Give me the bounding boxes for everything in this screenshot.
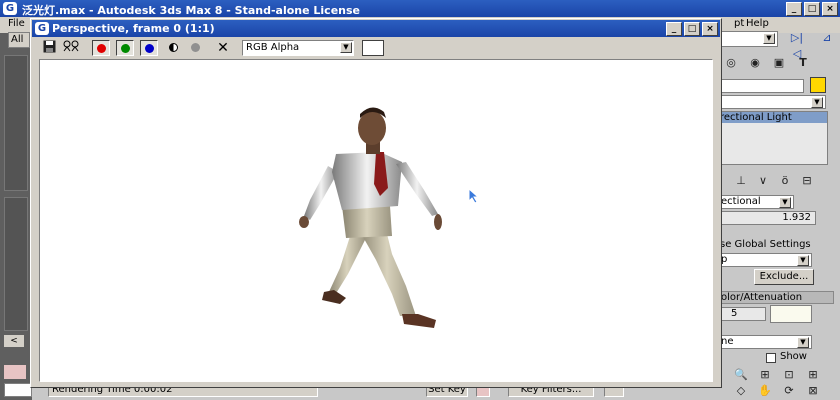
blue-channel-toggle[interactable]	[140, 40, 158, 56]
clear-icon[interactable]: ✕	[214, 40, 232, 56]
pan-icon[interactable]: ✋	[756, 383, 774, 399]
light-type-dropdown[interactable]: ectional ▼	[720, 195, 794, 209]
show-end-result-icon[interactable]: ∨	[754, 173, 772, 189]
shadow-type-dropdown[interactable]: p ▼	[720, 253, 812, 267]
viewport-top-left[interactable]	[4, 55, 28, 191]
selection-filter-dropdown[interactable]: All	[8, 32, 30, 48]
mirror-icon[interactable]: ▷|◁	[788, 30, 806, 60]
decay-type-dropdown[interactable]: ne ▼	[720, 335, 812, 349]
align-icon[interactable]: ⊿	[818, 30, 836, 46]
color-swatch[interactable]	[770, 305, 812, 323]
rendered-frame-window: G Perspective, frame 0 (1:1) _ □ × ✕ RGB…	[30, 18, 722, 388]
clone-icon[interactable]	[62, 40, 80, 56]
mono-dot-icon	[190, 42, 200, 52]
blue-dot-icon	[144, 43, 154, 53]
chevron-down-icon: ▼	[797, 337, 809, 348]
use-global-settings-label[interactable]: se Global Settings	[720, 239, 811, 250]
frame-close-button[interactable]: ×	[702, 22, 718, 36]
zoom-extents-icon[interactable]: ⊡	[780, 367, 798, 383]
show-label: Show	[780, 351, 807, 362]
show-checkbox[interactable]	[766, 353, 776, 363]
configure-sets-icon[interactable]: ⊟	[798, 173, 816, 189]
object-color-swatch[interactable]	[810, 77, 826, 93]
app-title: 泛光灯.max - Autodesk 3ds Max 8 - Stand-alo…	[22, 4, 360, 17]
minimize-button[interactable]: _	[786, 2, 802, 16]
exclude-button[interactable]: Exclude...	[754, 269, 814, 285]
green-dot-icon	[120, 43, 130, 53]
frame-toolbar: ✕ RGB Alpha ▼	[32, 37, 720, 59]
frame-title: Perspective, frame 0 (1:1)	[52, 22, 215, 35]
motion-tab-icon[interactable]: ◉	[746, 55, 764, 71]
display-tab-icon[interactable]: ◎	[722, 55, 740, 71]
track-bar-key[interactable]	[4, 365, 26, 379]
maximize-toggle-icon[interactable]: ⊠	[804, 383, 822, 399]
alpha-icon	[168, 42, 178, 52]
maximize-button[interactable]: □	[804, 2, 820, 16]
save-icon[interactable]	[40, 40, 58, 56]
named-selection-dropdown[interactable]: ▼	[720, 31, 778, 47]
menu-help[interactable]: Help	[746, 18, 769, 29]
scroll-left-icon[interactable]: <	[4, 335, 24, 347]
menu-file[interactable]: File	[8, 18, 25, 29]
close-button[interactable]: ×	[822, 2, 838, 16]
stack-item-light[interactable]: rectional Light	[719, 112, 827, 123]
decay-spinner[interactable]: 5	[720, 307, 766, 321]
chevron-down-icon: ▼	[340, 42, 352, 53]
menu-maxscript[interactable]: pt	[734, 18, 744, 29]
viewport-left-strip: <	[0, 33, 32, 400]
monochrome-toggle[interactable]	[186, 40, 204, 56]
chevron-down-icon: ▼	[763, 33, 775, 44]
frame-title-bar: G Perspective, frame 0 (1:1) _ □ ×	[32, 20, 720, 37]
pin-stack-icon[interactable]: ⊥	[732, 173, 750, 189]
fov-icon[interactable]: ◇	[732, 383, 750, 399]
render-canvas[interactable]	[39, 59, 713, 382]
red-dot-icon	[96, 43, 106, 53]
display-monitor-icon[interactable]: ▣	[770, 55, 788, 71]
frame-minimize-button[interactable]: _	[666, 22, 682, 36]
listener-field[interactable]	[4, 383, 32, 397]
mouse-cursor-icon	[468, 188, 480, 204]
remove-modifier-icon[interactable]: ö	[776, 173, 794, 189]
chevron-down-icon: ▼	[811, 97, 823, 108]
arc-rotate-icon[interactable]: ⟳	[780, 383, 798, 399]
object-name-field[interactable]	[720, 79, 804, 93]
zoom-icon[interactable]: 🔍	[732, 367, 750, 383]
app-icon[interactable]: G	[3, 2, 17, 15]
pixel-color-swatch[interactable]	[362, 40, 384, 56]
frame-window-icon[interactable]: G	[35, 22, 49, 35]
app-title-bar: G 泛光灯.max - Autodesk 3ds Max 8 - Stand-a…	[0, 0, 840, 17]
chevron-down-icon: ▼	[797, 255, 809, 266]
alpha-channel-toggle[interactable]	[164, 40, 182, 56]
chevron-down-icon: ▼	[779, 197, 791, 208]
zoom-extents-all-icon[interactable]: ⊞	[804, 367, 822, 383]
modifier-stack-list[interactable]: rectional Light	[718, 111, 828, 165]
command-panel: ▼ ▷|◁ ⊿ ◎ ◉ ▣ T ▼ rectional Light ⊥ ∨ ö …	[718, 30, 840, 400]
zoom-all-icon[interactable]: ⊞	[756, 367, 774, 383]
channel-dropdown[interactable]: RGB Alpha ▼	[242, 40, 354, 56]
modifier-list-dropdown[interactable]: ▼	[720, 95, 826, 109]
rendered-walking-man	[299, 107, 442, 328]
frame-maximize-button[interactable]: □	[684, 22, 700, 36]
viewport-bottom-left[interactable]	[4, 197, 28, 331]
color-attenuation-rollout[interactable]: olor/Attenuation	[718, 291, 834, 304]
utilities-tab-icon[interactable]: T	[794, 55, 812, 71]
green-channel-toggle[interactable]	[116, 40, 134, 56]
red-channel-toggle[interactable]	[92, 40, 110, 56]
multiplier-spinner[interactable]: 1.932	[720, 211, 816, 225]
